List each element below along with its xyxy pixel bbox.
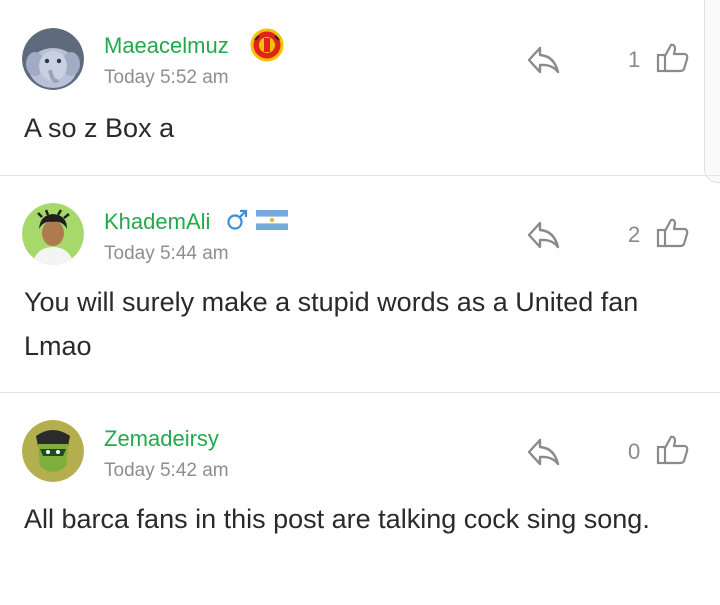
club-crest-icon [250, 28, 284, 67]
comment-text: A so z Box a [24, 113, 175, 143]
argentina-flag-icon [256, 210, 288, 235]
comment-text: You will surely make a stupid words as a… [24, 287, 639, 361]
avatar[interactable] [22, 203, 84, 265]
like-count: 2 [628, 222, 641, 247]
comment-item: KhademAli Today 5:44 am 2 You will surel… [0, 176, 720, 392]
comment-text: All barca fans in this post are talking … [24, 504, 650, 534]
comment-item: Zemadeirsy Today 5:42 am 0 All barca fan… [0, 393, 720, 605]
avatar[interactable] [22, 28, 84, 90]
thumbs-up-icon[interactable] [656, 434, 690, 466]
thumbs-up-icon[interactable] [656, 217, 690, 249]
username[interactable]: Zemadeirsy [104, 426, 219, 452]
like-count: 1 [628, 47, 641, 72]
avatar[interactable] [22, 420, 84, 482]
username[interactable]: KhademAli [104, 209, 210, 235]
timestamp: Today 5:52 am [104, 67, 229, 88]
reply-icon[interactable] [526, 436, 560, 468]
username[interactable]: Maeacelmuz [104, 33, 229, 59]
timestamp: Today 5:42 am [104, 460, 229, 481]
reply-icon[interactable] [526, 44, 560, 76]
thumbs-up-icon[interactable] [656, 42, 690, 74]
like-count: 0 [628, 439, 641, 464]
male-symbol-icon [226, 208, 248, 237]
timestamp: Today 5:44 am [104, 243, 229, 264]
reply-icon[interactable] [526, 219, 560, 251]
comment-item: Maeacelmuz Today 5:52 am 1 A so z Box a [0, 0, 720, 175]
